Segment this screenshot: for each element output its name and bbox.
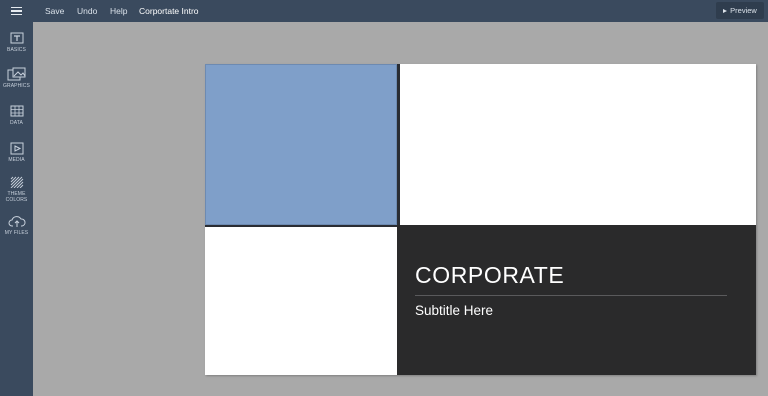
title-underline xyxy=(415,295,727,296)
sidebar: BASICS GRAPHICS DATA MEDIA THEME COLORS … xyxy=(0,22,33,396)
undo-button[interactable]: Undo xyxy=(77,0,97,22)
slide[interactable]: CORPORATE Subtitle Here xyxy=(205,64,756,375)
hamburger-menu-icon[interactable] xyxy=(0,0,33,22)
help-button[interactable]: Help xyxy=(110,0,127,22)
text-icon xyxy=(7,30,27,46)
play-icon xyxy=(723,8,728,13)
sidebar-item-data[interactable]: DATA xyxy=(0,103,33,137)
images-icon xyxy=(7,66,27,82)
top-right-shape[interactable] xyxy=(399,64,756,225)
document-title[interactable]: Corportate Intro xyxy=(139,0,199,22)
slide-title[interactable]: CORPORATE xyxy=(415,262,564,289)
table-icon xyxy=(7,103,27,119)
sidebar-item-label: GRAPHICS xyxy=(3,83,30,89)
sidebar-item-label: THEME COLORS xyxy=(5,191,28,203)
save-button[interactable]: Save xyxy=(45,0,64,22)
cloud-upload-icon xyxy=(7,213,27,229)
sidebar-item-my-files[interactable]: MY FILES xyxy=(0,213,33,247)
vertical-divider xyxy=(397,64,400,225)
bottom-left-shape[interactable] xyxy=(205,227,397,375)
slide-subtitle[interactable]: Subtitle Here xyxy=(415,303,493,318)
sidebar-item-label: MEDIA xyxy=(8,157,25,163)
video-icon xyxy=(7,140,27,156)
sidebar-item-label: BASICS xyxy=(7,47,26,53)
top-toolbar: Save Undo Help Corportate Intro Preview xyxy=(0,0,768,22)
sidebar-item-theme-colors[interactable]: THEME COLORS xyxy=(0,174,33,208)
sidebar-item-basics[interactable]: BASICS xyxy=(0,30,33,64)
sidebar-item-label: MY FILES xyxy=(4,230,29,236)
sidebar-item-label: DATA xyxy=(10,120,23,126)
sidebar-item-graphics[interactable]: GRAPHICS xyxy=(0,66,33,100)
blue-shape[interactable] xyxy=(205,64,397,225)
preview-label: Preview xyxy=(730,6,757,15)
preview-button[interactable]: Preview xyxy=(716,2,764,19)
sidebar-item-media[interactable]: MEDIA xyxy=(0,140,33,174)
pattern-icon xyxy=(7,174,27,190)
dark-title-shape[interactable] xyxy=(397,225,756,375)
